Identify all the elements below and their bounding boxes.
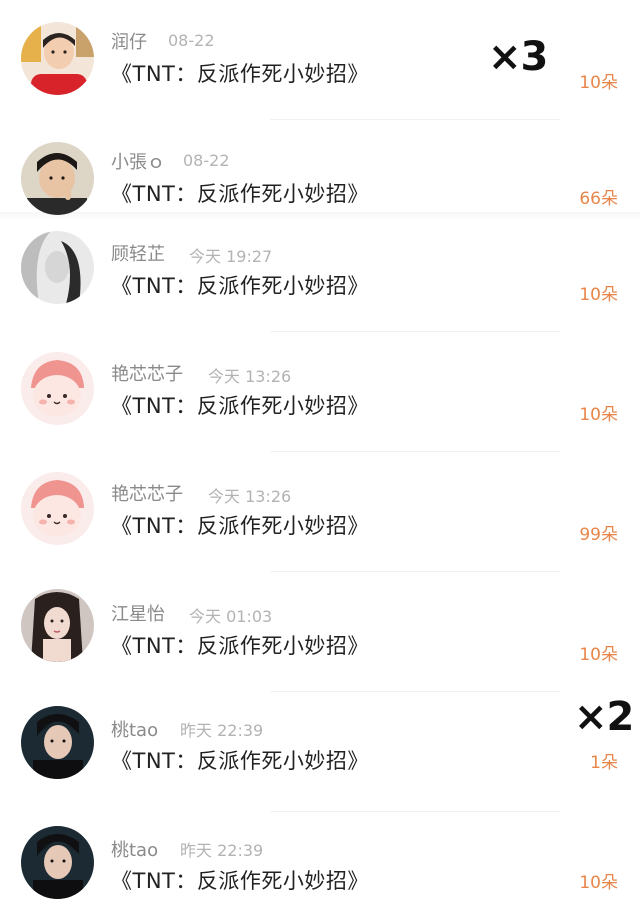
- book-title[interactable]: 《TNT：反派作死小妙招》: [111, 865, 369, 895]
- user-avatar[interactable]: [21, 472, 94, 545]
- timestamp: 今天 13:26: [208, 367, 292, 386]
- username[interactable]: 小張ｏ: [111, 148, 165, 174]
- gift-count: 10朵: [579, 645, 618, 665]
- user-avatar[interactable]: [21, 826, 94, 899]
- gift-count: 1朵: [590, 753, 618, 773]
- list-item[interactable]: 顾轻芷 今天 19:27 《TNT：反派作死小妙招》 10朵: [0, 212, 640, 332]
- list-item[interactable]: 小張ｏ 08-22 《TNT：反派作死小妙招》 66朵: [0, 120, 640, 215]
- gift-count: 10朵: [579, 405, 618, 425]
- avatar-child-peace-icon: [21, 142, 94, 215]
- book-title[interactable]: 《TNT：反派作死小妙招》: [111, 58, 369, 88]
- timestamp: 08-22: [168, 31, 215, 50]
- timestamp: 昨天 22:39: [180, 841, 264, 860]
- user-avatar[interactable]: [21, 589, 94, 662]
- username[interactable]: 桃tao: [111, 836, 158, 862]
- timestamp: 今天 19:27: [189, 247, 273, 266]
- list-item[interactable]: 桃tao 昨天 22:39 《TNT：反派作死小妙招》 1朵: [0, 692, 640, 812]
- username[interactable]: 顾轻芷: [111, 240, 165, 266]
- avatar-boy-dark-icon: [21, 826, 94, 899]
- user-avatar[interactable]: [21, 352, 94, 425]
- book-title[interactable]: 《TNT：反派作死小妙招》: [111, 745, 369, 775]
- user-avatar[interactable]: [21, 142, 94, 215]
- book-title[interactable]: 《TNT：反派作死小妙招》: [111, 270, 369, 300]
- avatar-woman-bw-icon: [21, 231, 94, 304]
- book-title[interactable]: 《TNT：反派作死小妙招》: [111, 630, 369, 660]
- book-title[interactable]: 《TNT：反派作死小妙招》: [111, 510, 369, 540]
- avatar-girl-portrait-icon: [21, 589, 94, 662]
- multiplier-label: ×2: [574, 694, 634, 740]
- gift-count: 66朵: [579, 189, 618, 209]
- list-item[interactable]: 江星怡 今天 01:03 《TNT：反派作死小妙招》 10朵: [0, 572, 640, 692]
- list-item[interactable]: 艳芯芯子 今天 13:26 《TNT：反派作死小妙招》 10朵: [0, 332, 640, 452]
- username[interactable]: 江星怡: [111, 600, 165, 626]
- timestamp: 08-22: [183, 151, 230, 170]
- avatar-pink-cartoon-icon: [21, 472, 94, 545]
- username[interactable]: 艳芯芯子: [111, 360, 183, 386]
- list-item[interactable]: 桃tao 昨天 22:39 《TNT：反派作死小妙招》 10朵: [0, 812, 640, 916]
- avatar-pink-cartoon-icon: [21, 352, 94, 425]
- username[interactable]: 艳芯芯子: [111, 480, 183, 506]
- gift-count: 10朵: [579, 285, 618, 305]
- user-avatar[interactable]: [21, 706, 94, 779]
- avatar-child-red-icon: [21, 22, 94, 95]
- timestamp: 今天 13:26: [208, 487, 292, 506]
- avatar-boy-dark-icon: [21, 706, 94, 779]
- timestamp: 昨天 22:39: [180, 721, 264, 740]
- username[interactable]: 桃tao: [111, 716, 158, 742]
- gift-count: 10朵: [579, 73, 618, 93]
- timestamp: 今天 01:03: [189, 607, 273, 626]
- gift-count: 99朵: [579, 525, 618, 545]
- multiplier-label: ×3: [488, 34, 548, 80]
- user-avatar[interactable]: [21, 22, 94, 95]
- book-title[interactable]: 《TNT：反派作死小妙招》: [111, 390, 369, 420]
- user-avatar[interactable]: [21, 231, 94, 304]
- gift-list: 润仔 08-22 《TNT：反派作死小妙招》 10朵 小張ｏ 08-22 《TN…: [0, 0, 640, 916]
- book-title[interactable]: 《TNT：反派作死小妙招》: [111, 178, 369, 208]
- username[interactable]: 润仔: [111, 28, 147, 54]
- list-item[interactable]: 艳芯芯子 今天 13:26 《TNT：反派作死小妙招》 99朵: [0, 452, 640, 572]
- gift-count: 10朵: [579, 873, 618, 893]
